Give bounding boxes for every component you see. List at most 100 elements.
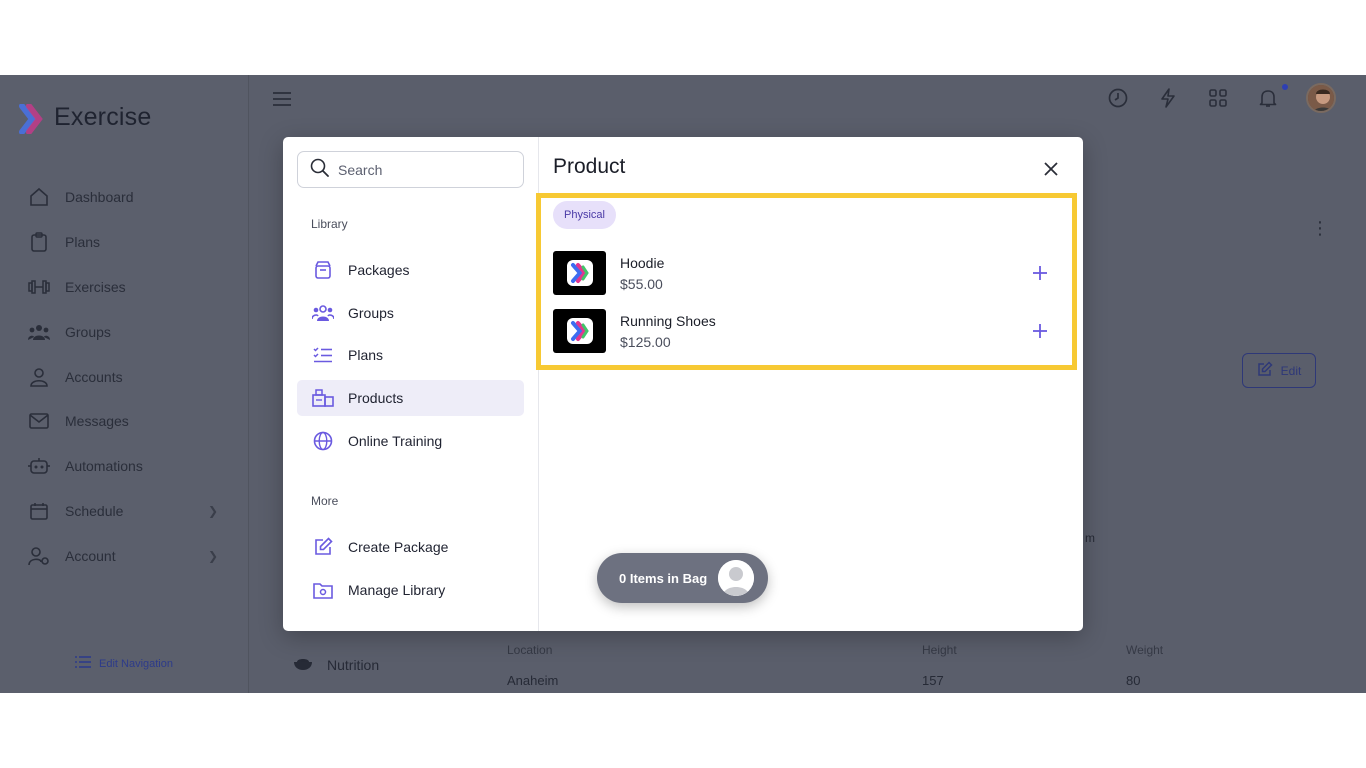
- dumbbell-icon: [28, 276, 50, 298]
- list-icon: [75, 655, 91, 672]
- product-library-modal: Library Packages Groups Plans Products: [283, 137, 1083, 631]
- mail-icon: [28, 410, 50, 432]
- product-name: Hoodie: [620, 254, 665, 271]
- menu-item-packages[interactable]: Packages: [297, 252, 524, 288]
- library-section-label: Library: [311, 217, 348, 231]
- logo-icon: [18, 102, 46, 135]
- edit-button-label: Edit: [1280, 363, 1302, 378]
- search-input[interactable]: [338, 161, 508, 178]
- product-price: $55.00: [620, 275, 663, 292]
- library-sidebar: Library Packages Groups Plans Products: [283, 137, 539, 631]
- clipboard-icon: [28, 231, 50, 253]
- product-row[interactable]: Hoodie $55.00: [553, 251, 1053, 295]
- menu-item-label: Manage Library: [348, 581, 446, 598]
- more-menu: Create Package Manage Library: [297, 529, 524, 615]
- calendar-icon: [28, 500, 50, 522]
- menu-item-online-training[interactable]: Online Training: [297, 423, 524, 459]
- sidebar-item-label: Groups: [65, 323, 111, 340]
- edit-button[interactable]: Edit: [1242, 353, 1316, 388]
- sidebar-item-label: Dashboard: [65, 189, 134, 206]
- tab-nutrition[interactable]: Nutrition: [293, 655, 379, 674]
- user-icon: [28, 366, 50, 388]
- sidebar-nav: Dashboard Plans Exercises Groups Account…: [28, 175, 218, 578]
- menu-item-groups[interactable]: Groups: [297, 295, 524, 331]
- sidebar-item-messages[interactable]: Messages: [28, 399, 218, 444]
- hamburger-menu-icon[interactable]: [273, 92, 291, 111]
- more-section-label: More: [311, 494, 339, 508]
- users-icon: [312, 302, 334, 324]
- menu-item-label: Packages: [348, 261, 410, 278]
- items-in-bag-button[interactable]: 0 Items in Bag: [597, 553, 768, 603]
- sidebar-item-label: Schedule: [65, 502, 124, 519]
- sidebar-item-groups[interactable]: Groups: [28, 309, 218, 354]
- product-row[interactable]: Running Shoes $125.00: [553, 309, 1053, 353]
- chevron-right-icon: ❯: [207, 548, 218, 563]
- add-icon[interactable]: [1027, 260, 1053, 286]
- product-name: Running Shoes: [620, 312, 716, 329]
- home-icon: [28, 186, 50, 208]
- bag-avatar: [718, 560, 754, 596]
- product-thumbnail: [553, 309, 606, 353]
- table-cell-height: 157: [922, 673, 944, 688]
- close-icon[interactable]: [1041, 159, 1061, 179]
- sidebar-item-account[interactable]: Account ❯: [28, 533, 218, 578]
- robot-icon: [28, 455, 50, 477]
- table-header-weight: Weight: [1126, 643, 1164, 657]
- sidebar-item-schedule[interactable]: Schedule ❯: [28, 489, 218, 534]
- top-bar-actions: [1106, 83, 1336, 113]
- search-box[interactable]: [297, 151, 524, 188]
- menu-item-label: Create Package: [348, 538, 449, 555]
- edit-navigation-link[interactable]: Edit Navigation: [75, 655, 173, 672]
- library-menu: Packages Groups Plans Products Online Tr…: [297, 252, 524, 466]
- top-bar: [249, 75, 1366, 125]
- app-screen: Exercise Dashboard Plans Exercises Group…: [0, 75, 1366, 693]
- sidebar-item-plans[interactable]: Plans: [28, 220, 218, 265]
- products-icon: [312, 387, 334, 409]
- table-header-height: Height: [922, 643, 957, 657]
- nutrition-label: Nutrition: [327, 656, 380, 673]
- user-avatar[interactable]: [1306, 83, 1336, 113]
- product-thumbnail: [553, 251, 606, 295]
- sidebar-item-label: Automations: [65, 458, 143, 475]
- menu-item-products[interactable]: Products: [297, 380, 524, 416]
- user-gear-icon: [28, 545, 50, 567]
- notification-dot: [1282, 84, 1288, 90]
- bag-label: 0 Items in Bag: [619, 570, 708, 586]
- sidebar-item-label: Messages: [65, 413, 129, 430]
- clock-icon[interactable]: [1106, 86, 1130, 110]
- sidebar-item-label: Plans: [65, 234, 101, 251]
- edit-icon: [312, 536, 334, 558]
- add-icon[interactable]: [1027, 318, 1053, 344]
- sidebar-item-accounts[interactable]: Accounts: [28, 354, 218, 399]
- menu-item-label: Products: [348, 390, 404, 407]
- product-price: $125.00: [620, 333, 671, 350]
- menu-item-label: Groups: [348, 304, 394, 321]
- search-icon: [310, 158, 329, 182]
- apps-grid-icon[interactable]: [1206, 86, 1230, 110]
- more-options-icon[interactable]: ⋮: [1311, 219, 1329, 237]
- app-logo[interactable]: Exercise: [18, 102, 152, 135]
- modal-title: Product: [553, 155, 626, 178]
- bowl-icon: [293, 655, 313, 674]
- sidebar: Exercise Dashboard Plans Exercises Group…: [0, 75, 249, 693]
- bell-icon[interactable]: [1256, 86, 1280, 110]
- menu-item-plans[interactable]: Plans: [297, 338, 524, 374]
- table-cell-location: Anaheim: [507, 673, 559, 688]
- sidebar-item-exercises[interactable]: Exercises: [28, 265, 218, 310]
- menu-item-create-package[interactable]: Create Package: [297, 529, 524, 565]
- sidebar-item-dashboard[interactable]: Dashboard: [28, 175, 218, 220]
- folder-gear-icon: [312, 579, 334, 601]
- lightning-icon[interactable]: [1156, 86, 1180, 110]
- globe-icon: [312, 430, 334, 452]
- package-icon: [312, 259, 334, 281]
- menu-item-manage-library[interactable]: Manage Library: [297, 572, 524, 608]
- menu-item-label: Online Training: [348, 432, 443, 449]
- filter-chip-physical[interactable]: Physical: [553, 201, 616, 229]
- sidebar-item-label: Accounts: [65, 368, 123, 385]
- product-info: Hoodie $55.00: [620, 255, 664, 292]
- edit-icon: [1257, 361, 1273, 380]
- menu-item-label: Plans: [348, 347, 384, 364]
- sidebar-item-label: Account: [65, 547, 116, 564]
- sidebar-item-automations[interactable]: Automations: [28, 444, 218, 489]
- app-name: Exercise: [54, 103, 152, 131]
